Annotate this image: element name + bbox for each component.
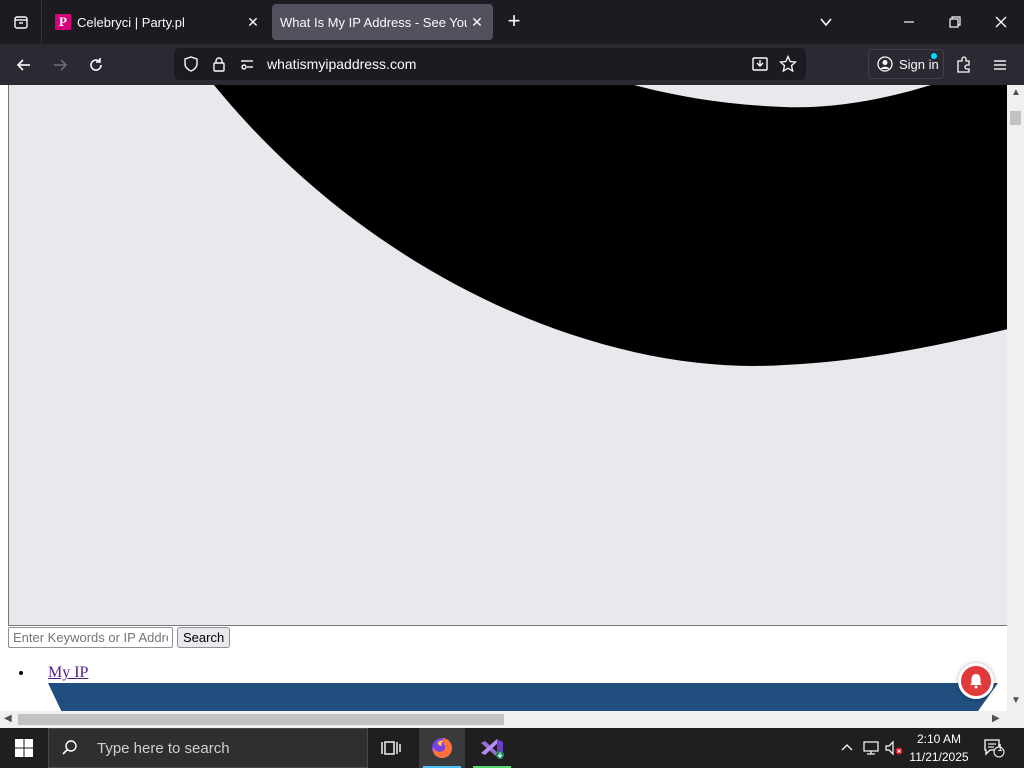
firefox-taskbar-button[interactable] [419, 728, 465, 768]
arrow-right-icon [54, 59, 68, 71]
horizontal-scrollbar[interactable]: ◀ ▶ [0, 711, 1007, 728]
windows-taskbar: Type here to search 2:10 AM 11/21/2025 1 [0, 728, 1024, 768]
arrow-left-icon [16, 59, 30, 71]
notification-dot [931, 53, 937, 59]
embedded-frame [8, 85, 1007, 626]
taskbar-search-placeholder: Type here to search [97, 739, 230, 757]
keyword-search-input[interactable] [8, 627, 173, 648]
sign-in-button[interactable]: Sign in [868, 49, 944, 79]
vertical-scroll-thumb[interactable] [1010, 111, 1021, 125]
close-window-button[interactable] [978, 0, 1024, 44]
windows-logo-icon [15, 739, 33, 757]
firefox-icon [432, 738, 452, 758]
menu-item: My IP [34, 664, 88, 682]
new-tab-button[interactable]: + [502, 10, 526, 34]
action-center-button[interactable]: 1 [980, 728, 1008, 768]
volume-muted-icon [885, 740, 903, 756]
account-icon [877, 56, 893, 72]
tab-list-icon [13, 16, 28, 29]
scroll-left-arrow-icon[interactable]: ◀ [4, 713, 12, 724]
url-text: whatismyipaddress.com [267, 56, 417, 72]
visual-studio-icon [481, 739, 504, 759]
push-notification-button[interactable] [958, 663, 994, 699]
tab-title: What Is My IP Address - See Your Public … [280, 14, 467, 30]
start-button[interactable] [0, 728, 48, 768]
close-tab-icon[interactable]: ✕ [467, 12, 487, 32]
tab-list-button[interactable] [0, 0, 42, 44]
scroll-right-arrow-icon[interactable]: ▶ [992, 713, 1000, 724]
minimize-icon [904, 21, 914, 23]
restore-button[interactable] [932, 0, 978, 44]
reload-icon [90, 58, 102, 71]
tab-title: Celebryci | Party.pl [77, 14, 185, 30]
show-hidden-icons-button[interactable] [836, 728, 858, 768]
lock-icon[interactable] [205, 50, 233, 78]
volume-button[interactable] [883, 728, 905, 768]
clock-date: 11/21/2025 [909, 750, 969, 764]
close-icon [995, 16, 1007, 28]
scrollbar-corner [1007, 711, 1024, 728]
restore-icon [949, 16, 961, 28]
bookmark-star-icon[interactable] [774, 50, 802, 78]
blue-header-banner [48, 683, 998, 711]
task-view-button[interactable] [368, 728, 414, 768]
taskbar-search-box[interactable]: Type here to search [48, 728, 368, 768]
permissions-icon[interactable] [233, 50, 261, 78]
chevron-up-icon [841, 744, 853, 751]
install-app-icon[interactable] [746, 50, 774, 78]
reload-button[interactable] [81, 50, 111, 80]
visual-studio-taskbar-button[interactable] [469, 728, 515, 768]
hamburger-menu-icon [994, 60, 1006, 70]
large-ring-graphic [214, 85, 1007, 366]
site-search-form: Search [8, 627, 231, 649]
close-tab-icon[interactable]: ✕ [243, 12, 263, 32]
notification-count-badge: 1 [997, 743, 1003, 754]
minimize-button[interactable] [886, 0, 932, 44]
horizontal-scroll-thumb[interactable] [18, 714, 504, 725]
app-menu-button[interactable] [985, 50, 1015, 80]
shield-icon[interactable] [177, 50, 205, 78]
taskbar-clock[interactable]: 2:10 AM 11/21/2025 [904, 730, 974, 766]
list-all-tabs-button[interactable] [803, 0, 849, 44]
network-icon [863, 741, 879, 755]
tab-strip: P Celebryci | Party.pl ✕ What Is My IP A… [0, 0, 1024, 44]
scroll-up-arrow-icon[interactable]: ▲ [1011, 87, 1021, 98]
chevron-down-icon [820, 18, 832, 27]
site-menu: My IP [34, 664, 88, 682]
search-icon [62, 740, 77, 755]
network-button[interactable] [860, 728, 882, 768]
search-button[interactable]: Search [177, 627, 231, 648]
forward-button[interactable] [45, 50, 75, 80]
back-button[interactable] [9, 50, 39, 80]
my-ip-link[interactable]: My IP [48, 664, 88, 681]
page-viewport: Search My IP [0, 85, 1007, 711]
task-view-icon [381, 741, 401, 755]
vertical-scrollbar[interactable]: ▲ ▼ [1007, 85, 1024, 711]
navigation-toolbar: whatismyipaddress.com Sign in [0, 44, 1024, 85]
tab-whatismyip[interactable]: What Is My IP Address - See Your Public … [272, 4, 493, 40]
tab-celebryci[interactable]: P Celebryci | Party.pl ✕ [47, 4, 269, 40]
clock-time: 2:10 AM [916, 732, 962, 746]
puzzle-icon [957, 56, 970, 73]
scroll-down-arrow-icon[interactable]: ▼ [1011, 695, 1021, 706]
party-favicon-icon: P [55, 14, 71, 30]
bell-icon [970, 674, 982, 689]
address-bar[interactable]: whatismyipaddress.com [174, 48, 806, 80]
extensions-button[interactable] [949, 50, 979, 80]
